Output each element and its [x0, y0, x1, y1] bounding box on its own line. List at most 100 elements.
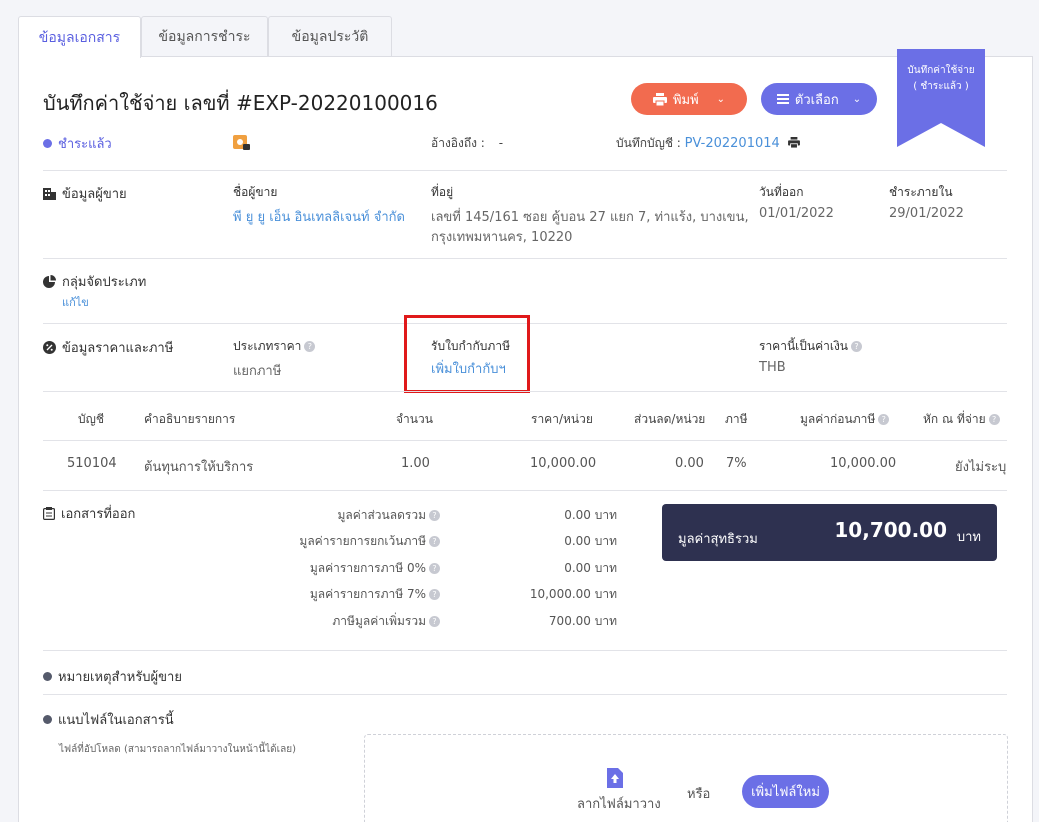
- print-label: พิมพ์: [672, 92, 699, 108]
- summary-label-text: มูลค่ารายการภาษี 7%: [309, 587, 426, 601]
- ribbon-status: ( ชำระแล้ว ): [913, 81, 969, 92]
- status-text: ชำระแล้ว: [58, 137, 112, 152]
- help-icon[interactable]: ?: [429, 616, 440, 627]
- help-icon[interactable]: ?: [429, 536, 440, 547]
- col-price: ราคา/หน่วย: [531, 412, 593, 426]
- col-wht-text: หัก ณ ที่จ่าย: [923, 412, 986, 426]
- divider: [43, 650, 1007, 651]
- cell-account: 510104: [67, 456, 117, 471]
- issue-date-label: วันที่ออก: [759, 185, 804, 199]
- help-icon[interactable]: ?: [429, 589, 440, 600]
- summary-label: มูลค่ารายการยกเว้นภาษี?: [299, 532, 440, 551]
- divider: [43, 490, 1007, 491]
- due-date-value: 29/01/2022: [889, 206, 964, 221]
- cell-discount: 0.00: [675, 456, 704, 471]
- chevron-down-icon: ⌄: [852, 93, 862, 105]
- notes-section-title[interactable]: หมายเหตุสำหรับผู้ขาย: [43, 666, 182, 687]
- help-icon[interactable]: ?: [878, 414, 890, 425]
- summary-title-text: เอกสารที่ออก: [61, 507, 136, 522]
- attachments-title-text: แนบไฟล์ในเอกสารนี้: [58, 713, 174, 728]
- upload-hint: ไฟล์ที่อัปโหลด (สามารถลากไฟล์มาวางในหน้า…: [59, 744, 296, 755]
- file-drop-zone[interactable]: [364, 734, 1008, 822]
- seller-name-link[interactable]: พี ยู ยู เอ็น อินเทลลิเจนท์ จำกัด: [233, 206, 405, 227]
- add-file-button[interactable]: เพิ่มไฟล์ใหม่: [742, 775, 829, 808]
- help-icon[interactable]: ?: [304, 341, 316, 352]
- journal-link[interactable]: PV-202201014: [685, 136, 780, 151]
- currency-label-text: ราคานี้เป็นค่าเงิน: [759, 339, 849, 353]
- seller-section-title: ข้อมูลผู้ขาย: [43, 183, 127, 204]
- journal-ref: บันทึกบัญชี : PV-202201014: [616, 134, 800, 153]
- col-pre-tax-text: มูลค่าก่อนภาษี: [800, 412, 876, 426]
- summary-label: ภาษีมูลค่าเพิ่มรวม?: [332, 612, 440, 631]
- summary-label-text: มูลค่ารายการภาษี 0%: [309, 561, 426, 575]
- divider: [43, 170, 1007, 171]
- col-wht: หัก ณ ที่จ่าย?: [923, 410, 1000, 429]
- summary-label-text: มูลค่าส่วนลดรวม: [337, 508, 426, 522]
- attachments-section-title: แนบไฟล์ในเอกสารนี้: [43, 709, 174, 730]
- issue-date-value: 01/01/2022: [759, 206, 834, 221]
- print-journal-icon[interactable]: [787, 137, 800, 151]
- document-card: บันทึกค่าใช้จ่าย เลขที่ #EXP-20220100016…: [18, 49, 1033, 822]
- ribbon-title: บันทึกค่าใช้จ่าย: [907, 65, 975, 76]
- divider: [43, 391, 1007, 392]
- summary-label-text: ภาษีมูลค่าเพิ่มรวม: [332, 614, 426, 628]
- page-title: บันทึกค่าใช้จ่าย เลขที่ #EXP-20220100016: [43, 91, 438, 115]
- building-icon: [43, 188, 56, 200]
- help-icon[interactable]: ?: [429, 510, 440, 521]
- help-icon[interactable]: ?: [429, 563, 440, 574]
- currency-label: ราคานี้เป็นค่าเงิน?: [759, 337, 863, 356]
- options-button[interactable]: ตัวเลือก ⌄: [761, 83, 877, 115]
- category-section-title: กลุ่มจัดประเภท: [43, 271, 146, 292]
- status-dot: [43, 139, 52, 148]
- address-line-1: เลขที่ 145/161 ซอย คู้บอน 27 แยก 7, ท่าแ…: [431, 210, 749, 225]
- summary-value: 0.00 บาท: [564, 508, 617, 522]
- tab-history[interactable]: ข้อมูลประวัติ: [268, 16, 392, 57]
- price-type-value: แยกภาษี: [233, 364, 282, 379]
- col-pre-tax: มูลค่าก่อนภาษี?: [800, 410, 890, 429]
- print-button[interactable]: พิมพ์ ⌄: [631, 83, 747, 115]
- reference: อ้างอิงถึง : -: [431, 134, 503, 153]
- price-type-label: ประเภทราคา?: [233, 337, 316, 356]
- divider: [43, 694, 1007, 695]
- locked-document-icon: [233, 135, 251, 155]
- upload-file-icon: [607, 768, 623, 792]
- printer-icon: [652, 92, 667, 106]
- summary-value: 10,000.00 บาท: [529, 587, 617, 601]
- tab-document-info[interactable]: ข้อมูลเอกสาร: [18, 16, 141, 58]
- col-qty: จำนวน: [396, 412, 433, 426]
- divider: [43, 258, 1007, 259]
- options-label: ตัวเลือก: [794, 92, 839, 108]
- tab-payment-info[interactable]: ข้อมูลการชำระ: [141, 16, 268, 57]
- col-account: บัญชี: [78, 412, 104, 426]
- pie-chart-icon: [43, 275, 56, 288]
- menu-icon: [776, 94, 789, 104]
- seller-title-text: ข้อมูลผู้ขาย: [62, 187, 127, 202]
- cell-pre-tax: 10,000.00: [830, 456, 897, 471]
- summary-label: มูลค่าส่วนลดรวม?: [337, 506, 440, 525]
- clipboard-icon: [43, 507, 55, 520]
- bullet-icon: [43, 672, 52, 681]
- cell-wht: ยังไม่ระบุ: [955, 460, 1007, 475]
- category-title-text: กลุ่มจัดประเภท: [62, 275, 147, 290]
- category-edit-link[interactable]: แก้ไข: [62, 293, 89, 311]
- col-discount: ส่วนลด/หน่วย: [634, 412, 706, 426]
- price-tax-title-text: ข้อมูลราคาและภาษี: [62, 341, 174, 356]
- summary-section-title: เอกสารที่ออก: [43, 503, 135, 524]
- reference-value: -: [498, 136, 504, 150]
- summary-value: 700.00 บาท: [548, 614, 617, 628]
- help-icon[interactable]: ?: [988, 414, 1000, 425]
- summary-label: มูลค่ารายการภาษี 7%?: [310, 585, 440, 604]
- highlight-box: [404, 315, 530, 393]
- summary-value: 0.00 บาท: [564, 534, 617, 548]
- notes-title-text: หมายเหตุสำหรับผู้ขาย: [58, 670, 182, 685]
- status-indicator: ชำระแล้ว: [43, 133, 112, 154]
- bullet-icon: [43, 715, 52, 724]
- divider: [43, 440, 1007, 441]
- col-description: คำอธิบายรายการ: [144, 412, 236, 426]
- net-total-label: มูลค่าสุทธิรวม: [678, 532, 758, 547]
- help-icon[interactable]: ?: [851, 341, 863, 352]
- net-total-value: 10,700.00: [834, 518, 947, 542]
- price-tax-section-title: ข้อมูลราคาและภาษี: [43, 337, 173, 358]
- percent-icon: [43, 341, 56, 354]
- summary-value: 0.00 บาท: [564, 561, 617, 575]
